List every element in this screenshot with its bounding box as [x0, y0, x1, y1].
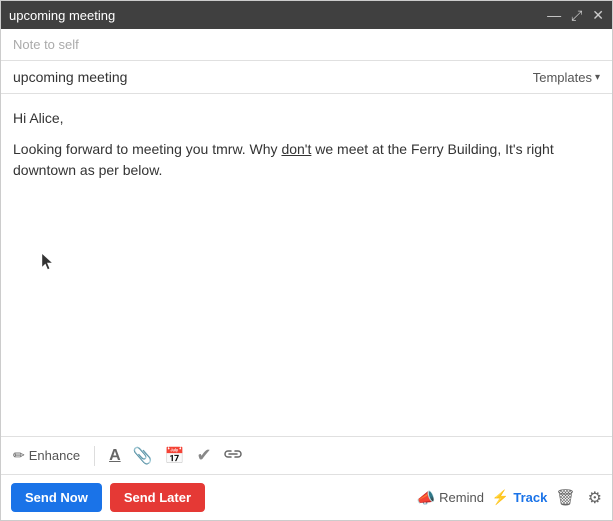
toolbar: ✏ Enhance A 📎 📅 ✔ [1, 436, 612, 474]
calendar-icon[interactable]: 📅 [165, 446, 185, 466]
track-label: Track [513, 490, 547, 505]
templates-label: Templates [533, 70, 592, 85]
font-icon[interactable]: A [109, 447, 121, 465]
checkmark-icon[interactable]: ✔ [196, 445, 211, 466]
note-to-self-placeholder: Note to self [13, 37, 79, 52]
email-window: upcoming meeting — ⤢ ✕ Note to self upco… [0, 0, 613, 521]
dont-word: don't [281, 141, 311, 157]
templates-button[interactable]: Templates ▾ [533, 70, 600, 85]
subject-bar: upcoming meeting Templates ▾ [1, 61, 612, 94]
attachment-icon[interactable]: 📎 [133, 446, 153, 466]
subject-text: upcoming meeting [13, 69, 127, 85]
gear-button[interactable]: ⚙ [588, 488, 602, 508]
email-greeting: Hi Alice, [13, 108, 600, 129]
cursor-icon [41, 254, 53, 270]
action-right: 🗑 ⚙ [555, 488, 602, 508]
minimize-button[interactable]: — [547, 8, 561, 22]
enhance-button[interactable]: ✏ Enhance [13, 447, 80, 464]
pencil-icon: ✏ [13, 447, 25, 464]
trash-button[interactable]: 🗑 [555, 488, 575, 508]
action-bar: Send Now Send Later 📣 Remind ⚡ Track 🗑 ⚙ [1, 474, 612, 520]
title-bar: upcoming meeting — ⤢ ✕ [1, 1, 612, 29]
link-icon[interactable] [224, 449, 242, 463]
note-to-self-bar[interactable]: Note to self [1, 29, 612, 61]
toolbar-divider [94, 446, 95, 466]
lightning-icon: ⚡ [492, 489, 509, 506]
remind-icon: 📣 [416, 489, 435, 507]
remind-button[interactable]: 📣 Remind [416, 489, 483, 507]
enhance-label: Enhance [29, 448, 80, 463]
chevron-down-icon: ▾ [595, 72, 600, 83]
expand-button[interactable]: ⤢ [571, 8, 582, 22]
close-button[interactable]: ✕ [592, 8, 604, 22]
email-paragraph: Looking forward to meeting you tmrw. Why… [13, 139, 600, 181]
window-title: upcoming meeting [9, 8, 115, 23]
track-button[interactable]: ⚡ Track [492, 489, 547, 506]
title-bar-controls: — ⤢ ✕ [547, 8, 604, 22]
send-now-button[interactable]: Send Now [11, 483, 102, 512]
remind-label: Remind [439, 490, 484, 505]
send-later-button[interactable]: Send Later [110, 483, 205, 512]
email-body[interactable]: Hi Alice, Looking forward to meeting you… [1, 94, 612, 436]
